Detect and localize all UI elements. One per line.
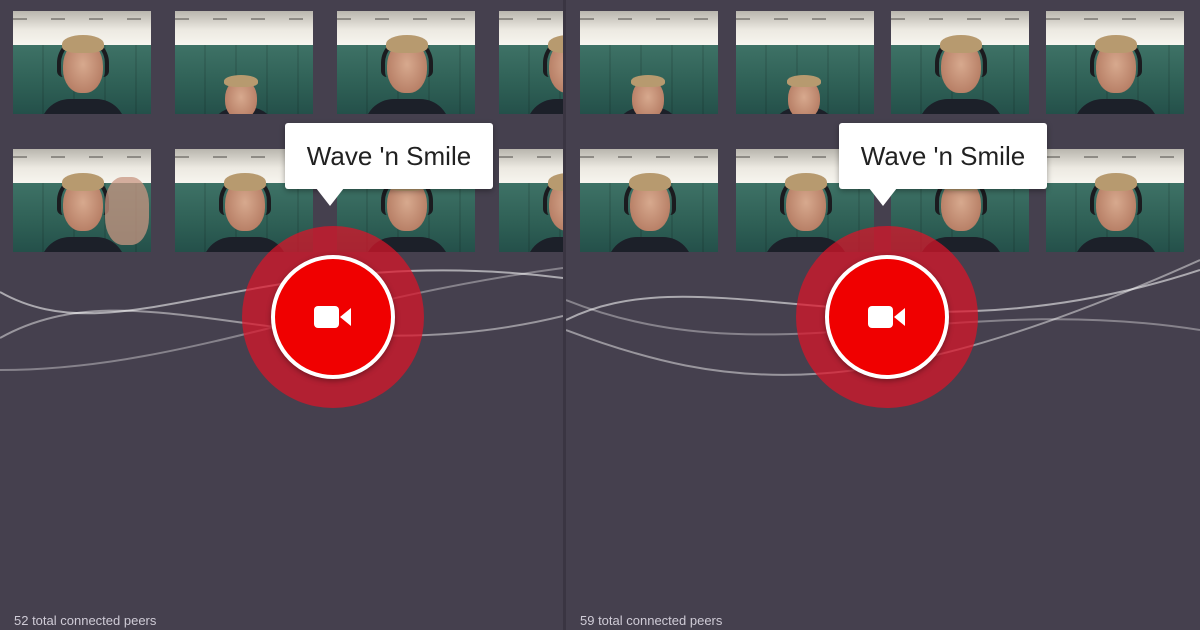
peer-video-thumbnail[interactable] [891,11,1029,114]
record-button[interactable] [271,255,395,379]
video-camera-icon [314,306,351,328]
right-recorder-panel: Wave 'n Smile 59 total connected peers [566,0,1200,630]
video-camera-icon [868,306,905,328]
connected-peers-count: 59 total connected peers [580,613,723,628]
wave-n-smile-tooltip: Wave 'n Smile [285,123,493,206]
peer-video-thumbnail[interactable] [580,11,718,114]
peer-video-thumbnail[interactable] [337,11,475,114]
wave-n-smile-tooltip: Wave 'n Smile [839,123,1047,206]
left-recorder-panel: Wave 'n Smile 52 total connected peers [0,0,563,630]
peer-video-thumbnail[interactable] [736,11,874,114]
peer-video-thumbnail[interactable] [13,11,151,114]
peer-video-thumbnail[interactable] [499,11,563,114]
connected-peers-count: 52 total connected peers [14,613,157,628]
record-button[interactable] [825,255,949,379]
peer-video-thumbnail[interactable] [175,11,313,114]
peer-video-thumbnail[interactable] [1046,11,1184,114]
tooltip-text: Wave 'n Smile [306,140,472,171]
tooltip-text: Wave 'n Smile [860,140,1026,171]
